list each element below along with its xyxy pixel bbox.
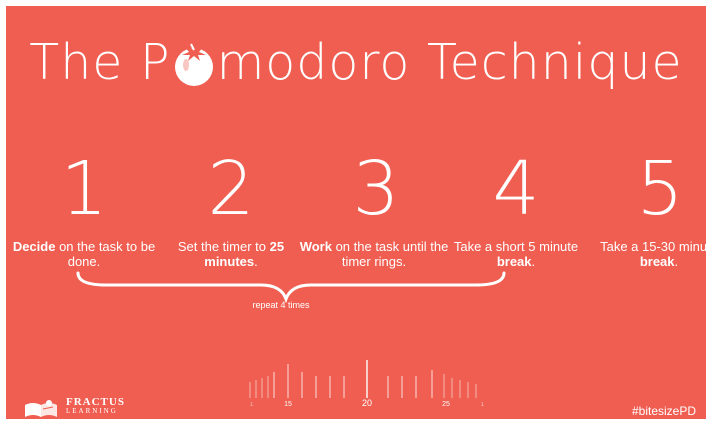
- step-5-number: 5: [636, 146, 684, 232]
- tomato-icon: [169, 39, 219, 89]
- step-4-text-run: .: [531, 254, 536, 269]
- step-2-text-run: .: [254, 254, 258, 269]
- ruler-label-25: 25: [442, 401, 450, 406]
- step-5-text-run: .: [674, 254, 679, 269]
- step-3-description: Work on the task until the timer rings.: [299, 239, 449, 269]
- brand-sub: LEARNING: [66, 407, 118, 415]
- infographic-card: The P modoro Technique 1 2 3 4 5 Decide …: [6, 6, 706, 419]
- step-2-description: Set the timer to 25 minutes.: [156, 239, 306, 269]
- step-5-text-run: break: [639, 254, 675, 269]
- step-1-description: Decide on the task to be done.: [9, 239, 159, 269]
- page-title: The P modoro Technique: [6, 34, 706, 91]
- step-3-text-run: on the task until the timer rings.: [331, 239, 449, 269]
- title-part-2: modoro Technique: [216, 34, 683, 91]
- ruler-label-15: 15: [284, 401, 292, 406]
- brand-name: FRACTUS: [66, 396, 125, 408]
- step-2-text-run: Set the timer to: [177, 239, 270, 254]
- ruler-edge-right: 1: [481, 402, 485, 406]
- hashtag-label: #bitesizePD: [631, 404, 696, 418]
- step-2-number: 2: [207, 146, 255, 232]
- repeat-brace: [76, 271, 506, 303]
- ruler-label-20: 20: [362, 398, 372, 406]
- timer-ruler: 1 15 20 25 1: [249, 360, 485, 406]
- step-4-description: Take a short 5 minute break.: [441, 239, 591, 269]
- step-1-text-run: Decide: [12, 239, 56, 254]
- fractus-logo: FRACTUS LEARNING: [66, 396, 125, 416]
- repeat-label: repeat 4 times: [252, 300, 310, 310]
- step-1-text-run: on the task to be done.: [55, 239, 156, 269]
- step-4-text-run: Take a short 5 minute: [453, 239, 579, 254]
- step-5-text-run: Take a 15-30 minute: [600, 239, 706, 254]
- step-5-description: Take a 15-30 minute break.: [584, 239, 706, 269]
- fractus-logo-icon: [25, 400, 57, 417]
- title-part-1: The P: [29, 34, 171, 91]
- step-4-number: 4: [492, 146, 540, 232]
- step-3-text-run: Work: [299, 239, 332, 254]
- ruler-edge-left: 1: [250, 402, 254, 406]
- step-1-number: 1: [60, 146, 108, 232]
- step-4-text-run: break: [496, 254, 532, 269]
- step-3-number: 3: [352, 146, 400, 232]
